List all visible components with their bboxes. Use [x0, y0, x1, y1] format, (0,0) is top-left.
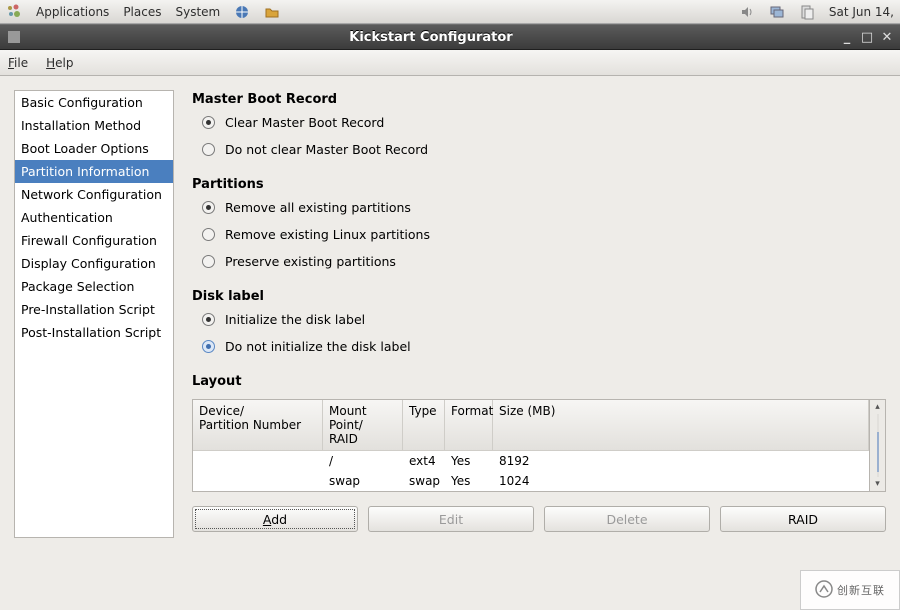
window-titlebar: Kickstart Configurator _ □ ✕ — [0, 24, 900, 50]
menu-help[interactable]: Help — [46, 56, 73, 70]
volume-icon[interactable] — [739, 4, 755, 20]
sidebar-item-pre-installation-script[interactable]: Pre-Installation Script — [15, 298, 173, 321]
cell-mount: / — [323, 451, 403, 471]
radio-preserve[interactable] — [202, 255, 215, 268]
sidebar-item-basic-configuration[interactable]: Basic Configuration — [15, 91, 173, 114]
sidebar-item-package-selection[interactable]: Package Selection — [15, 275, 173, 298]
table-row[interactable]: swapswapYes1024 — [193, 471, 869, 491]
radio-clear-mbr-label: Clear Master Boot Record — [225, 115, 384, 130]
radio-clear-mbr[interactable] — [202, 116, 215, 129]
radio-remove-linux[interactable] — [202, 228, 215, 241]
cell-mount: swap — [323, 471, 403, 491]
radio-remove-all[interactable] — [202, 201, 215, 214]
scroll-thumb[interactable] — [877, 432, 879, 472]
layout-table: Device/Partition Number Mount Point/RAID… — [192, 399, 870, 492]
sidebar: Basic ConfigurationInstallation MethodBo… — [14, 90, 174, 538]
gnome-top-panel: Applications Places System Sat Jun 14, — [0, 0, 900, 24]
radio-noclear-mbr[interactable] — [202, 143, 215, 156]
minimize-button[interactable]: _ — [840, 30, 854, 44]
sidebar-item-post-installation-script[interactable]: Post-Installation Script — [15, 321, 173, 344]
cell-size: 8192 — [493, 451, 869, 471]
col-type[interactable]: Type — [403, 400, 445, 451]
gnome-foot-icon — [6, 4, 22, 20]
col-size[interactable]: Size (MB) — [493, 400, 869, 451]
radio-init-disklabel[interactable] — [202, 313, 215, 326]
cell-device — [193, 471, 323, 491]
col-format[interactable]: Format — [445, 400, 493, 451]
maximize-button[interactable]: □ — [860, 30, 874, 44]
cell-format: Yes — [445, 471, 493, 491]
display-icon[interactable] — [769, 4, 785, 20]
app-icon — [6, 29, 22, 45]
watermark-text: 创新互联 — [837, 582, 885, 598]
radio-noinit-disklabel[interactable] — [202, 340, 215, 353]
radio-init-disklabel-label: Initialize the disk label — [225, 312, 365, 327]
disklabel-title: Disk label — [192, 289, 886, 304]
content-pane: Master Boot Record Clear Master Boot Rec… — [192, 90, 886, 596]
sidebar-item-boot-loader-options[interactable]: Boot Loader Options — [15, 137, 173, 160]
scroll-down-icon[interactable]: ▾ — [871, 477, 885, 491]
places-menu[interactable]: Places — [123, 5, 161, 19]
layout-title: Layout — [192, 374, 886, 389]
add-button[interactable]: Add — [192, 506, 358, 532]
col-device[interactable]: Device/Partition Number — [193, 400, 323, 451]
applications-menu[interactable]: Applications — [36, 5, 109, 19]
system-menu[interactable]: System — [175, 5, 220, 19]
cell-type: swap — [403, 471, 445, 491]
close-button[interactable]: ✕ — [880, 30, 894, 44]
folder-icon[interactable] — [264, 4, 280, 20]
menubar: File Help — [0, 50, 900, 76]
cell-device — [193, 451, 323, 471]
app-body: Basic ConfigurationInstallation MethodBo… — [0, 76, 900, 610]
sidebar-item-partition-information[interactable]: Partition Information — [15, 160, 173, 183]
raid-button[interactable]: RAID — [720, 506, 886, 532]
sidebar-item-firewall-configuration[interactable]: Firewall Configuration — [15, 229, 173, 252]
sidebar-item-installation-method[interactable]: Installation Method — [15, 114, 173, 137]
browser-icon[interactable] — [234, 4, 250, 20]
edit-button[interactable]: Edit — [368, 506, 534, 532]
watermark: 创新互联 — [800, 570, 900, 610]
sidebar-item-authentication[interactable]: Authentication — [15, 206, 173, 229]
sidebar-item-display-configuration[interactable]: Display Configuration — [15, 252, 173, 275]
watermark-logo-icon — [815, 580, 833, 601]
menu-file[interactable]: File — [8, 56, 28, 70]
table-scrollbar[interactable]: ▴ ▾ — [870, 399, 886, 492]
cell-type: ext4 — [403, 451, 445, 471]
mbr-title: Master Boot Record — [192, 92, 886, 107]
col-mount[interactable]: Mount Point/RAID — [323, 400, 403, 451]
cell-format: Yes — [445, 451, 493, 471]
radio-remove-linux-label: Remove existing Linux partitions — [225, 227, 430, 242]
radio-preserve-label: Preserve existing partitions — [225, 254, 396, 269]
table-row[interactable]: /ext4Yes8192 — [193, 451, 869, 471]
cell-size: 1024 — [493, 471, 869, 491]
sidebar-item-network-configuration[interactable]: Network Configuration — [15, 183, 173, 206]
radio-noinit-disklabel-label: Do not initialize the disk label — [225, 339, 411, 354]
partitions-title: Partitions — [192, 177, 886, 192]
radio-remove-all-label: Remove all existing partitions — [225, 200, 411, 215]
clock[interactable]: Sat Jun 14, — [829, 5, 894, 19]
radio-noclear-mbr-label: Do not clear Master Boot Record — [225, 142, 428, 157]
window-title: Kickstart Configurator — [22, 30, 840, 45]
scroll-up-icon[interactable]: ▴ — [871, 400, 885, 414]
clipboard-icon[interactable] — [799, 4, 815, 20]
delete-button[interactable]: Delete — [544, 506, 710, 532]
